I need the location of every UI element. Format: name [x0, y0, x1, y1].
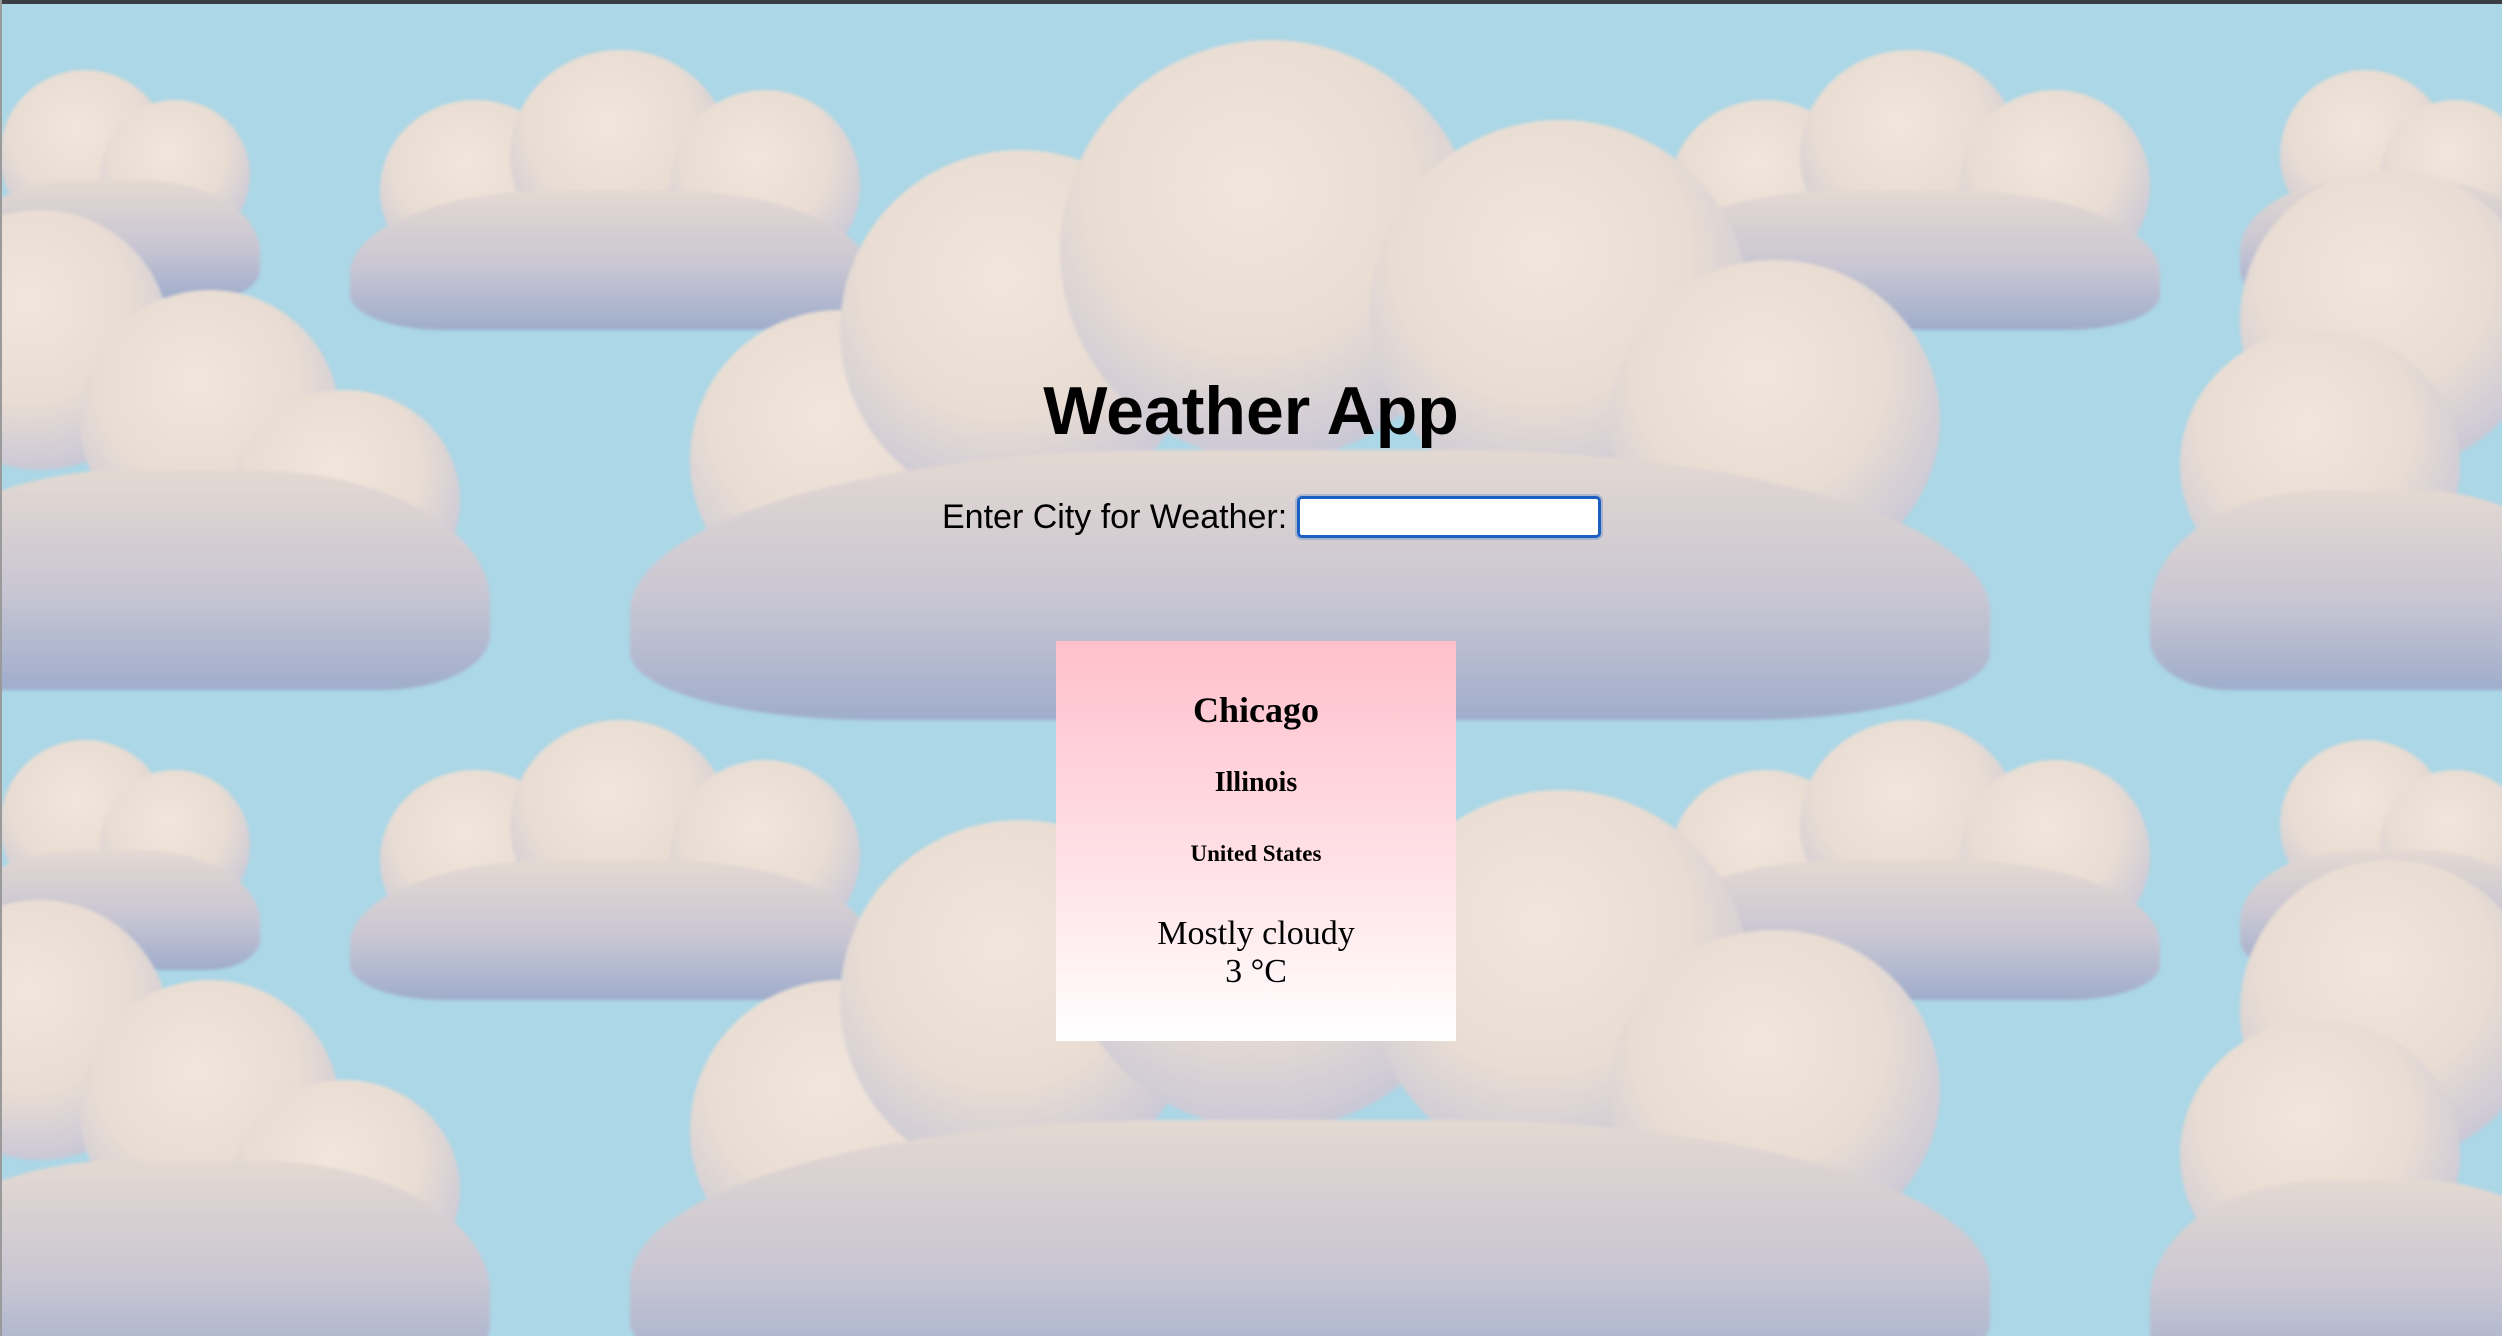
weather-card: Chicago Illinois United States Mostly cl… [1056, 641, 1456, 1041]
window-top-edge [0, 0, 2502, 4]
weather-temperature: 3 °C [1225, 953, 1287, 990]
city-search-input[interactable] [1297, 496, 1602, 538]
city-input-label: Enter City for Weather: [942, 497, 1288, 536]
weather-city: Chicago [1193, 690, 1319, 730]
weather-country: United States [1190, 841, 1322, 866]
page-title: Weather App [1043, 373, 1459, 449]
weather-region: Illinois [1214, 767, 1298, 798]
window-left-edge [0, 0, 2, 1336]
weather-condition: Mostly cloudy [1157, 915, 1355, 952]
city-search-form: Enter City for Weather: [942, 496, 1602, 538]
main-content: Weather App Enter City for Weather: Chic… [0, 0, 2502, 1336]
